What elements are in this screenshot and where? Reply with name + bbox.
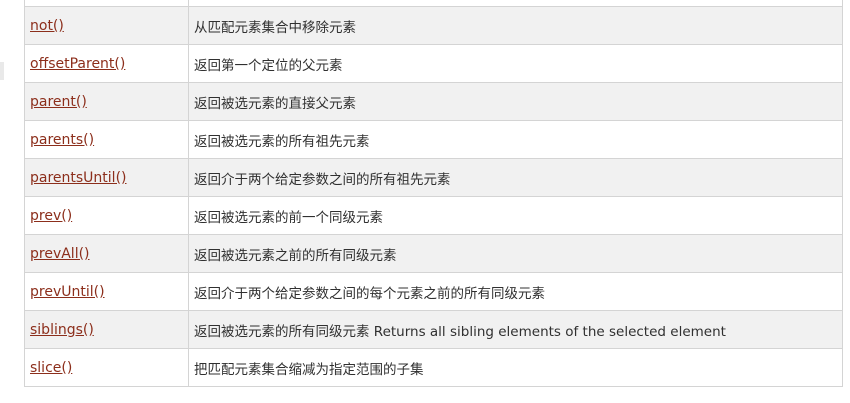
- method-link-prevall[interactable]: prevAll(): [30, 246, 90, 262]
- method-link-not[interactable]: not(): [30, 18, 64, 34]
- method-link-parent[interactable]: parent(): [30, 94, 87, 110]
- table-row: siblings() 返回被选元素的所有同级元素 Returns all sib…: [24, 310, 843, 349]
- description-cell: 返回被选元素的所有同级元素 Returns all sibling elemen…: [188, 310, 843, 349]
- method-cell: not(): [24, 6, 189, 45]
- method-cell: offsetParent(): [24, 44, 189, 83]
- description-cell: 返回介于两个给定参数之间的每个元素之前的所有同级元素: [188, 272, 843, 311]
- description-cell: 返回被选元素的直接父元素: [188, 82, 843, 121]
- method-cell: parent(): [24, 82, 189, 121]
- description-cell: 返回被选元素的所有祖先元素: [188, 120, 843, 159]
- table-row: offsetParent() 返回第一个定位的父元素: [24, 44, 843, 83]
- method-cell: prevUntil(): [24, 272, 189, 311]
- table-row: parentsUntil() 返回介于两个给定参数之间的所有祖先元素: [24, 158, 843, 197]
- page: not() 从匹配元素集合中移除元素 offsetParent() 返回第一个定…: [0, 0, 850, 403]
- table-row: slice() 把匹配元素集合缩减为指定范围的子集: [24, 348, 843, 387]
- method-cell: prev(): [24, 196, 189, 235]
- description-cell: 返回介于两个给定参数之间的所有祖先元素: [188, 158, 843, 197]
- method-cell: slice(): [24, 348, 189, 387]
- table-row: prevUntil() 返回介于两个给定参数之间的每个元素之前的所有同级元素: [24, 272, 843, 311]
- method-link-prevuntil[interactable]: prevUntil(): [30, 284, 105, 300]
- method-link-prev[interactable]: prev(): [30, 208, 72, 224]
- table-row: not() 从匹配元素集合中移除元素: [24, 6, 843, 45]
- table-row: parents() 返回被选元素的所有祖先元素: [24, 120, 843, 159]
- description-cell: 返回被选元素的前一个同级元素: [188, 196, 843, 235]
- description-cell: 从匹配元素集合中移除元素: [188, 6, 843, 45]
- description-cell: 返回被选元素之前的所有同级元素: [188, 234, 843, 273]
- method-reference-table: not() 从匹配元素集合中移除元素 offsetParent() 返回第一个定…: [24, 0, 843, 387]
- method-link-parentsuntil[interactable]: parentsUntil(): [30, 170, 127, 186]
- table-row: prevAll() 返回被选元素之前的所有同级元素: [24, 234, 843, 273]
- table-row: parent() 返回被选元素的直接父元素: [24, 82, 843, 121]
- description-cell: 把匹配元素集合缩减为指定范围的子集: [188, 348, 843, 387]
- method-table-body: not() 从匹配元素集合中移除元素 offsetParent() 返回第一个定…: [24, 0, 843, 387]
- method-cell: parentsUntil(): [24, 158, 189, 197]
- method-link-siblings[interactable]: siblings(): [30, 322, 94, 338]
- table-row: prev() 返回被选元素的前一个同级元素: [24, 196, 843, 235]
- method-link-parents[interactable]: parents(): [30, 132, 94, 148]
- description-cell: 返回第一个定位的父元素: [188, 44, 843, 83]
- method-link-offsetparent[interactable]: offsetParent(): [30, 56, 125, 72]
- scroll-edge: [0, 62, 4, 80]
- method-cell: prevAll(): [24, 234, 189, 273]
- method-cell: parents(): [24, 120, 189, 159]
- method-link-slice[interactable]: slice(): [30, 360, 72, 376]
- method-cell: siblings(): [24, 310, 189, 349]
